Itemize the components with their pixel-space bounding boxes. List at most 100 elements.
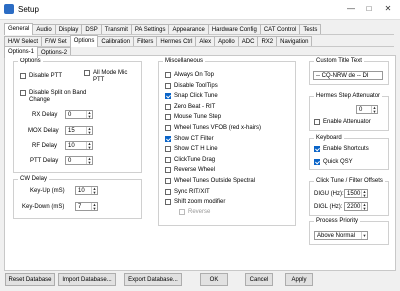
- misc-checkbox[interactable]: Reverse Wheel: [165, 167, 215, 174]
- options-group-title: Options: [18, 58, 43, 65]
- checkbox-icon: [165, 167, 171, 174]
- cw-delay-title: CW Delay: [18, 176, 50, 183]
- checkbox-icon: [165, 188, 171, 195]
- cw-delay-group: CW Delay Key-Up (mS) 10 ▲ ▼ Key-Down (mS) …: [13, 176, 142, 219]
- title-bar: Setup — □ ✕: [0, 0, 400, 20]
- hermes-step-group: Hermes Step Attenuator 0 ▲ ▼ Enable Attenu…: [309, 93, 389, 131]
- misc-checkbox[interactable]: Snap Click Tune: [165, 93, 218, 100]
- spinner-arrows-icon[interactable]: ▲ ▼: [86, 127, 92, 135]
- checkbox-icon: [84, 70, 90, 76]
- all-mode-mic-ptt-checkbox[interactable]: All Mode Mic PTT: [84, 70, 139, 84]
- checkbox-icon: [314, 146, 320, 152]
- hermes-step-input[interactable]: 0 ▲ ▼: [356, 105, 378, 114]
- checkbox-icon: [165, 135, 171, 142]
- export-database-button[interactable]: Export Database...: [124, 273, 182, 286]
- checkbox-icon: [165, 156, 171, 163]
- app-icon: [4, 4, 14, 14]
- digu-input[interactable]: 1500 ▲ ▼: [344, 189, 368, 198]
- import-database-button[interactable]: Import Database...: [58, 273, 116, 286]
- misc-checkbox[interactable]: Sync RIT/XIT: [165, 188, 210, 196]
- miscellaneous-group: Miscellaneous Always On Top Disable ToolT…: [158, 58, 296, 226]
- ptt-delay-label: PTT Delay: [30, 158, 59, 164]
- custom-title-input[interactable]: -- CQ-NRW de -- DI: [313, 71, 383, 80]
- digl-input[interactable]: 2200 ▲ ▼: [344, 202, 368, 211]
- miscellaneous-title: Miscellaneous: [163, 58, 206, 65]
- process-priority-select[interactable]: Above Normal ▼: [314, 231, 368, 240]
- checkbox-icon: [20, 90, 26, 96]
- enable-attenuator-checkbox[interactable]: Enable Attenuator: [314, 119, 371, 126]
- apply-button[interactable]: Apply: [285, 273, 313, 286]
- ptt-delay-input[interactable]: 0 ▲ ▼: [65, 156, 93, 165]
- key-up-label: Key-Up (mS): [30, 188, 65, 194]
- click-tune-group: Click Tune / Filter Offsets DIGU (Hz): 1…: [309, 178, 389, 216]
- cancel-button[interactable]: Cancel: [245, 273, 273, 286]
- misc-checkbox[interactable]: Show CT H Line: [165, 146, 218, 153]
- rx-delay-label: RX Delay: [32, 112, 58, 118]
- quick-qsy-checkbox[interactable]: Quick QSY: [314, 159, 353, 166]
- spinner-arrows-icon[interactable]: ▲ ▼: [91, 203, 97, 211]
- checkbox-icon: [165, 178, 171, 184]
- spinner-arrows-icon[interactable]: ▲ ▼: [86, 142, 92, 150]
- spinner-arrows-icon[interactable]: ▲ ▼: [91, 187, 97, 195]
- process-priority-group: Process Priority Above Normal ▼: [309, 218, 389, 245]
- reset-database-button[interactable]: Reset Database: [5, 273, 55, 286]
- misc-checkbox[interactable]: Wheel Tunes Outside Spectral: [165, 178, 255, 185]
- misc-checkbox[interactable]: ClickTune Drag: [165, 156, 215, 164]
- disable-ptt-checkbox[interactable]: Disable PTT: [20, 73, 62, 80]
- checkbox-icon: [165, 146, 171, 153]
- checkbox-icon: [179, 209, 185, 215]
- window-title: Setup: [18, 5, 39, 14]
- tab-divider: [4, 34, 394, 35]
- mox-delay-input[interactable]: 15 ▲ ▼: [65, 126, 93, 135]
- checkbox-icon: [20, 73, 26, 79]
- ok-button[interactable]: OK: [200, 273, 228, 286]
- rf-delay-input[interactable]: 10 ▲ ▼: [65, 141, 93, 150]
- rx-delay-input[interactable]: 0 ▲ ▼: [65, 110, 93, 119]
- digl-label: DIGL (Hz):: [314, 204, 343, 210]
- maximize-icon[interactable]: □: [362, 3, 376, 15]
- misc-checkbox[interactable]: Zero Beat - RIT: [165, 103, 215, 111]
- checkbox-icon: [165, 93, 171, 100]
- mox-delay-label: MOX Delay: [28, 128, 59, 134]
- hermes-step-title: Hermes Step Attenuator: [314, 93, 383, 100]
- checkbox-icon: [165, 82, 171, 89]
- options-panel: Options Disable PTT All Mode Mic PTT Dis…: [4, 55, 396, 271]
- tab-options[interactable]: Options: [69, 35, 99, 47]
- misc-checkbox[interactable]: Show CT Filter: [165, 135, 214, 143]
- minimize-icon[interactable]: —: [344, 3, 358, 15]
- keyboard-title: Keyboard: [314, 135, 344, 142]
- key-up-input[interactable]: 10 ▲ ▼: [75, 186, 98, 195]
- disable-split-checkbox[interactable]: Disable Split on Band Change: [20, 90, 100, 104]
- spinner-arrows-icon[interactable]: ▲ ▼: [361, 190, 367, 198]
- spinner-arrows-icon[interactable]: ▲ ▼: [361, 203, 367, 211]
- spinner-arrows-icon[interactable]: ▲ ▼: [86, 111, 92, 119]
- spinner-arrows-icon[interactable]: ▲ ▼: [86, 157, 92, 165]
- key-down-label: Key-Down (mS): [22, 204, 65, 210]
- misc-checkbox[interactable]: Always On Top: [165, 72, 214, 79]
- checkbox-icon: [314, 119, 320, 125]
- enable-shortcuts-checkbox[interactable]: Enable Shortcuts: [314, 146, 369, 153]
- key-down-input[interactable]: 7 ▲ ▼: [75, 202, 98, 211]
- tab-general[interactable]: General: [4, 23, 34, 35]
- close-icon[interactable]: ✕: [381, 3, 395, 15]
- reverse-checkbox: Reverse: [179, 209, 210, 216]
- custom-title-label: Custom Title Text: [314, 58, 364, 65]
- spinner-arrows-icon[interactable]: ▲ ▼: [371, 106, 377, 114]
- custom-title-group: Custom Title Text -- CQ-NRW de -- DI: [309, 58, 389, 85]
- misc-checkbox[interactable]: Mouse Tune Step: [165, 114, 221, 121]
- keyboard-group: Keyboard Enable Shortcuts Quick QSY: [309, 135, 389, 170]
- tab-options-1[interactable]: Options-1: [4, 46, 39, 58]
- rf-delay-label: RF Delay: [32, 143, 58, 149]
- misc-checkbox[interactable]: Shift zoom modifier: [165, 199, 225, 206]
- chevron-down-icon[interactable]: ▼: [361, 232, 367, 239]
- misc-checkbox[interactable]: Disable ToolTips: [165, 82, 218, 90]
- checkbox-icon: [165, 103, 171, 110]
- checkbox-icon: [314, 159, 320, 165]
- process-priority-title: Process Priority: [314, 218, 361, 225]
- checkbox-icon: [165, 114, 171, 121]
- digu-label: DIGU (Hz):: [314, 191, 344, 197]
- click-tune-title: Click Tune / Filter Offsets: [314, 178, 385, 185]
- options-group: Options Disable PTT All Mode Mic PTT Dis…: [13, 58, 142, 173]
- misc-checkbox[interactable]: Wheel Tunes VFOB (red x-hairs): [165, 125, 261, 132]
- checkbox-icon: [165, 72, 171, 78]
